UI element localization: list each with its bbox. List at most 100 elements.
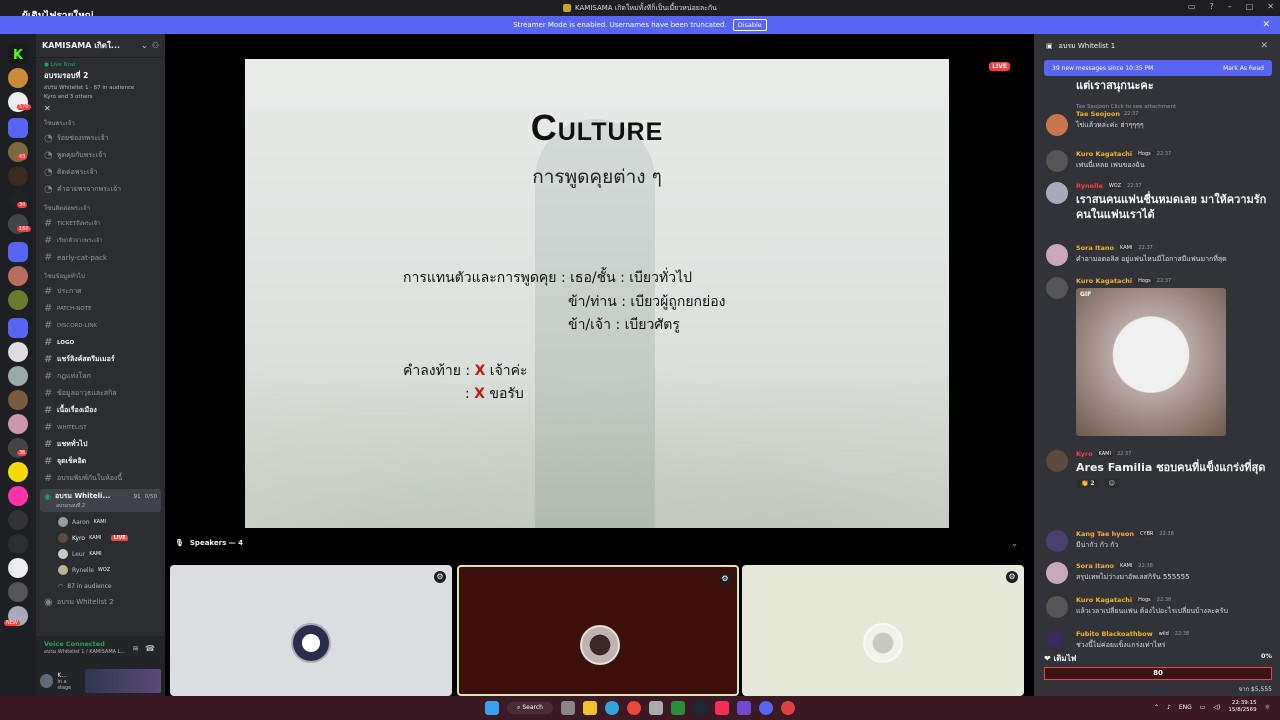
add-friend-icon[interactable]: ⚇ — [152, 41, 159, 50]
server-icon[interactable] — [8, 558, 28, 578]
task-view-icon[interactable] — [560, 701, 575, 715]
channel-item[interactable]: # early-cat-pack — [36, 249, 165, 266]
category-header[interactable]: โซนข้อมูลทั่วไป — [36, 266, 165, 283]
stage-member[interactable]: Aaron KAMI — [36, 514, 165, 530]
chevron-down-icon[interactable]: ⌄ — [141, 41, 148, 50]
server-icon[interactable] — [8, 342, 28, 362]
start-icon[interactable] — [485, 701, 500, 715]
close-window-button[interactable]: ✕ — [1267, 2, 1274, 11]
server-icon-kick[interactable]: K — [8, 44, 28, 64]
channel-item[interactable]: ◔ พูดคุยกับพระเจ้า — [36, 147, 165, 164]
channel-item[interactable]: # ข้อมูลอาวุธและสกิล — [36, 385, 165, 402]
disable-streamer-mode-button[interactable]: Disable — [732, 19, 767, 31]
server-icon[interactable] — [8, 366, 28, 386]
channel-item[interactable]: # แชททั่วไป — [36, 436, 165, 453]
server-icon[interactable] — [8, 414, 28, 434]
mic-icon[interactable]: ♪ — [1167, 704, 1171, 711]
gear-icon[interactable]: ⚙ — [719, 573, 731, 585]
help-icon[interactable]: ? — [1209, 2, 1213, 11]
category-header[interactable]: โซนติดต่อพระเจ้า — [36, 198, 165, 215]
app-icon[interactable] — [736, 701, 751, 715]
shared-screen[interactable]: Culture การพูดคุยต่าง ๆ การแทนตัวและการพ… — [245, 59, 949, 528]
channel-item[interactable]: ◔ ติดต่อพระเจ้า — [36, 164, 165, 181]
channel-item[interactable]: # อบรมพิมพ์กันในห้องนี้ — [36, 470, 165, 487]
server-header[interactable]: KAMISAMA เกิดใ... ⌄ ⚇ — [36, 34, 165, 58]
avatar[interactable] — [1046, 562, 1068, 584]
live-event-card[interactable]: ● Live Now อบรมรอบที่ 2 อบรม Whitelist 1… — [36, 58, 165, 104]
server-folder-icon[interactable] — [8, 242, 28, 262]
chevron-up-icon[interactable]: ⌃ — [1154, 704, 1159, 711]
close-icon[interactable]: ✕ — [36, 100, 59, 117]
author-name[interactable]: Sora Itano — [1076, 244, 1114, 252]
gear-icon[interactable]: ⚙ — [1006, 571, 1018, 583]
steam-icon[interactable] — [692, 701, 707, 715]
channel-item[interactable]: # TICKETถึงพระเจ้า — [36, 215, 165, 232]
store-icon[interactable] — [648, 701, 663, 715]
speakers-header[interactable]: 🎙 Speakers — 4 — [175, 539, 243, 547]
author-name[interactable]: Fubito Blackoathbow — [1076, 630, 1153, 638]
avatar[interactable] — [1046, 182, 1068, 204]
notification-icon[interactable]: ☼ — [1265, 704, 1270, 711]
speaker-tile-active[interactable]: ⚙ — [457, 565, 739, 696]
noise-suppression-icon[interactable]: ≋ — [132, 644, 139, 653]
stage-member[interactable]: Leur KAMI — [36, 546, 165, 562]
author-name[interactable]: Kuro Kagatachi — [1076, 596, 1132, 604]
network-icon[interactable]: ▭ — [1200, 704, 1206, 711]
gif-attachment[interactable]: GIF — [1076, 288, 1226, 436]
avatar[interactable] — [40, 674, 54, 688]
stage-member[interactable]: Kyro KAMI LIVE — [36, 530, 165, 546]
server-icon[interactable] — [8, 534, 28, 554]
author-name[interactable]: Sora Itano — [1076, 562, 1114, 570]
server-icon[interactable] — [8, 582, 28, 602]
edge-icon[interactable] — [604, 701, 619, 715]
channel-item[interactable]: # แชร์ลิงค์สตรีมเมอร์ — [36, 351, 165, 368]
channel-item[interactable]: # เนื้อเรื่องเมือง — [36, 402, 165, 419]
channel-item[interactable]: # จุดเช็คอิด — [36, 453, 165, 470]
taskbar-search[interactable]: ⌕ Search — [507, 702, 553, 714]
author-name[interactable]: Kuro Kagatachi — [1076, 277, 1132, 285]
chrome-icon[interactable] — [626, 701, 641, 715]
server-folder-icon[interactable] — [8, 318, 28, 338]
author-name[interactable]: Kyro — [1076, 450, 1093, 458]
stage-channel-2[interactable]: ◉ อบรม Whitelist 2 — [36, 594, 165, 611]
stage-member[interactable]: Rynelle WOZ — [36, 562, 165, 578]
author-name[interactable]: Kuro Kagatachi — [1076, 150, 1132, 158]
input-language[interactable]: ENG — [1179, 704, 1192, 711]
volume-icon[interactable]: ◁) — [1213, 704, 1220, 711]
channel-item[interactable]: # ประกาศ — [36, 283, 165, 300]
server-icon[interactable] — [8, 510, 28, 530]
author-name[interactable]: Rynelle — [1076, 182, 1103, 190]
avatar[interactable] — [1046, 450, 1068, 472]
clock[interactable]: 22:39:15 15/8/2569 — [1228, 700, 1256, 714]
minimize-button[interactable]: – — [1228, 2, 1232, 11]
channel-item[interactable]: ◔ ร้อยช่องทพระเจ้า — [36, 130, 165, 147]
channel-item[interactable]: ◔ คำอวยพรจากพระเจ้า — [36, 181, 165, 198]
file-explorer-icon[interactable] — [582, 701, 597, 715]
avatar[interactable] — [1046, 630, 1064, 648]
avatar[interactable] — [1046, 277, 1068, 299]
channel-item[interactable]: # WHITELIST — [36, 419, 165, 436]
disconnect-icon[interactable]: ☎ — [145, 644, 155, 653]
author-name[interactable]: Kang Tae hyeon — [1076, 530, 1134, 538]
add-reaction-icon[interactable]: ☺ — [1103, 479, 1120, 488]
active-stage-channel[interactable]: ◉ อบรม Whiteli... 91 0/50 อบรมรอบที่ 2 — [40, 489, 161, 512]
maximize-button[interactable]: □ — [1246, 2, 1254, 11]
avatar[interactable] — [1046, 596, 1068, 618]
server-icon[interactable] — [8, 166, 28, 186]
recording-icon[interactable] — [780, 701, 795, 715]
chevron-down-icon[interactable]: ⌄ — [1011, 539, 1018, 548]
audience-count[interactable]: ◠ 87 in audience — [36, 578, 165, 594]
close-banner-icon[interactable]: ✕ — [1262, 20, 1270, 30]
avatar[interactable] — [1046, 244, 1068, 266]
music-icon[interactable] — [714, 701, 729, 715]
channel-item[interactable]: # กฎแห่งโลก — [36, 368, 165, 385]
channel-item[interactable]: # เรียกตัวจากพระเจ้า — [36, 232, 165, 249]
speaker-tile[interactable]: ⚙ — [170, 565, 452, 696]
channel-item[interactable]: # DISCORD-LINK — [36, 317, 165, 334]
close-icon[interactable]: ✕ — [1260, 41, 1268, 51]
new-messages-bar[interactable]: 39 new messages since 10:35 PM Mark As R… — [1044, 60, 1272, 76]
xbox-icon[interactable] — [670, 701, 685, 715]
voice-connected-sub[interactable]: อบรม Whitelist 1 / KAMISAMA L... — [44, 648, 157, 656]
server-folder-icon[interactable] — [8, 118, 28, 138]
server-icon[interactable] — [8, 68, 28, 88]
